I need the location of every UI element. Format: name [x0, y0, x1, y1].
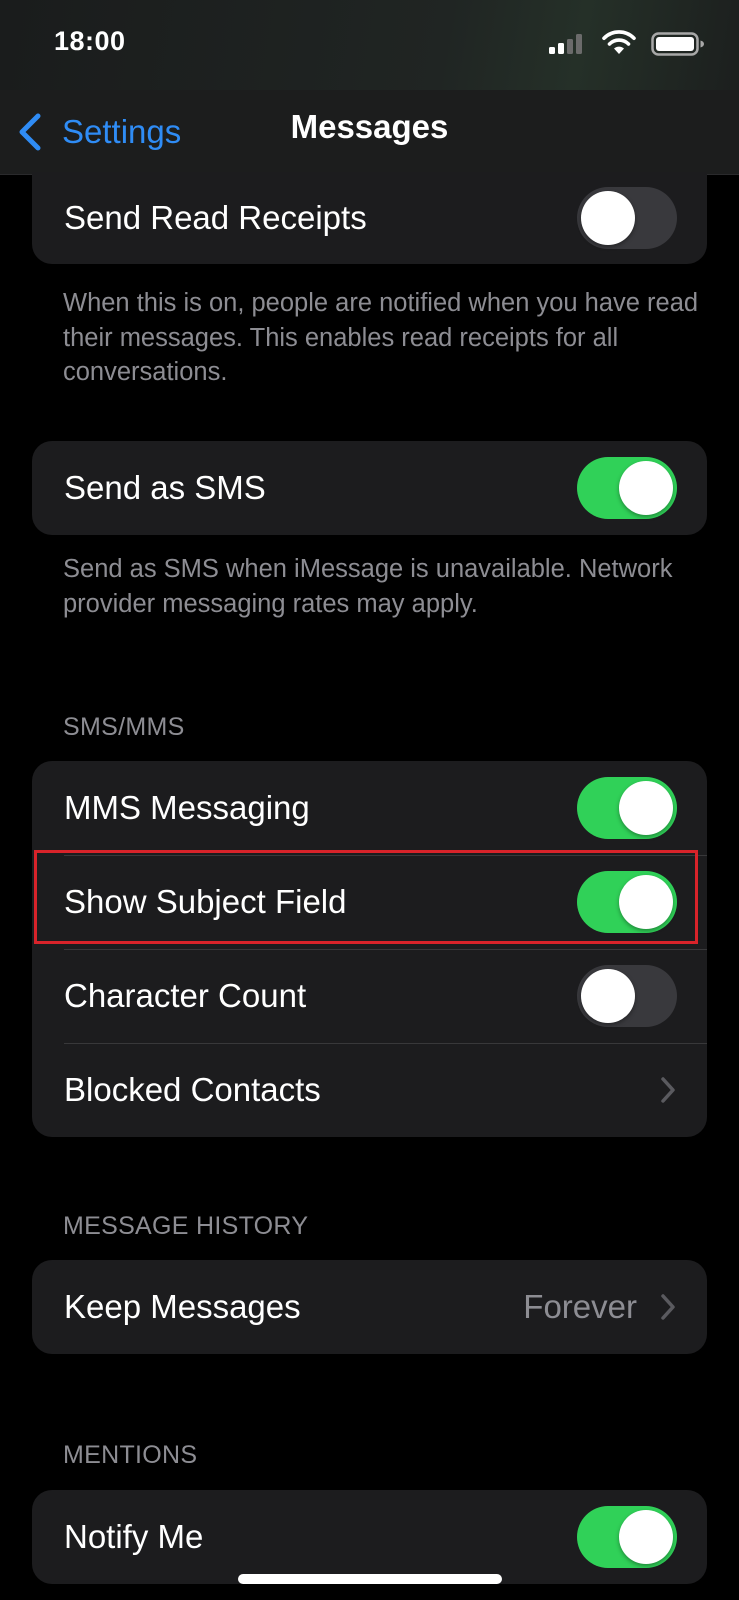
- character-count-label: Character Count: [64, 977, 307, 1014]
- home-indicator: [238, 1574, 502, 1584]
- page-title: Messages: [0, 108, 739, 146]
- sms-mms-section-header: SMS/MMS: [63, 713, 185, 741]
- show-subject-field-row: Show Subject Field: [32, 855, 707, 949]
- cellular-signal-icon: [549, 34, 582, 54]
- mms-messaging-label: MMS Messaging: [64, 789, 310, 826]
- chevron-right-icon: [661, 1077, 675, 1103]
- status-time: 18:00: [54, 26, 126, 56]
- toggle-knob: [581, 191, 635, 245]
- show-subject-field-label: Show Subject Field: [64, 883, 347, 920]
- chevron-right-icon: [661, 1294, 675, 1320]
- notify-me-toggle[interactable]: [577, 1506, 677, 1568]
- status-bar: 18:00: [0, 0, 739, 90]
- character-count-toggle[interactable]: [577, 965, 677, 1027]
- notify-me-label: Notify Me: [64, 1518, 204, 1555]
- navigation-bar: Settings Messages: [0, 90, 739, 175]
- toggle-knob: [581, 969, 635, 1023]
- send-read-receipts-toggle[interactable]: [577, 187, 677, 249]
- read-receipts-group: Send Read Receipts: [32, 172, 707, 264]
- send-sms-group: Send as SMS: [32, 441, 707, 535]
- send-sms-footer: Send as SMS when iMessage is unavailable…: [63, 555, 673, 618]
- character-count-row: Character Count: [32, 949, 707, 1043]
- keep-messages-value: Forever: [523, 1288, 637, 1325]
- show-subject-field-toggle[interactable]: [577, 871, 677, 933]
- message-history-group: Keep Messages Forever: [32, 1260, 707, 1354]
- send-read-receipts-row: Send Read Receipts: [32, 172, 707, 264]
- send-read-receipts-label: Send Read Receipts: [64, 199, 367, 236]
- notify-me-row: Notify Me: [32, 1490, 707, 1584]
- sms-mms-group: MMS Messaging Show Subject Field Charact…: [32, 761, 707, 1137]
- mentions-section-header: MENTIONS: [63, 1441, 198, 1469]
- message-history-section-header: MESSAGE HISTORY: [63, 1212, 309, 1240]
- mms-messaging-row: MMS Messaging: [32, 761, 707, 855]
- toggle-knob: [619, 875, 673, 929]
- keep-messages-label: Keep Messages: [64, 1288, 301, 1325]
- wifi-icon: [602, 30, 636, 54]
- battery-icon: [651, 32, 704, 56]
- read-receipts-footer: When this is on, people are notified whe…: [63, 289, 699, 386]
- send-as-sms-label: Send as SMS: [64, 469, 266, 506]
- mms-messaging-toggle[interactable]: [577, 777, 677, 839]
- mentions-group: Notify Me: [32, 1490, 707, 1584]
- send-as-sms-row: Send as SMS: [32, 441, 707, 535]
- blocked-contacts-label: Blocked Contacts: [64, 1071, 321, 1108]
- blocked-contacts-row[interactable]: Blocked Contacts: [32, 1043, 707, 1137]
- toggle-knob: [619, 461, 673, 515]
- toggle-knob: [619, 781, 673, 835]
- keep-messages-row[interactable]: Keep Messages Forever: [32, 1260, 707, 1354]
- send-as-sms-toggle[interactable]: [577, 457, 677, 519]
- toggle-knob: [619, 1510, 673, 1564]
- page-title-text: Messages: [290, 108, 449, 145]
